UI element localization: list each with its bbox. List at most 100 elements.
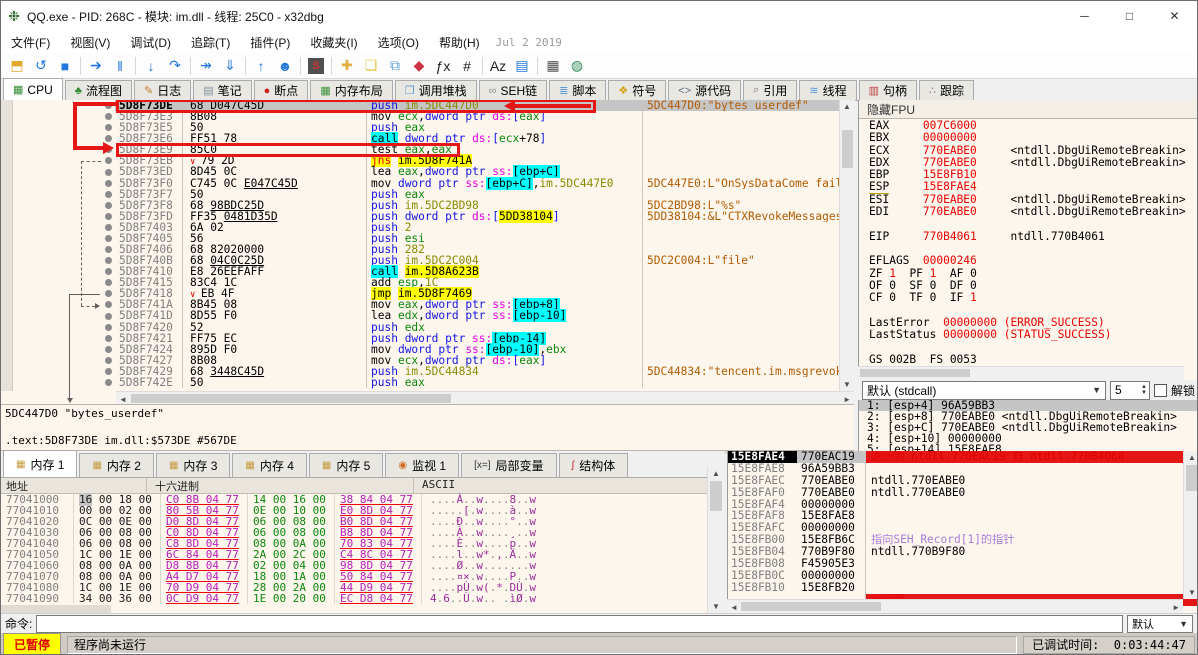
- register-line[interactable]: [859, 218, 1197, 230]
- tab-dump-5[interactable]: ▦ 内存 5: [308, 453, 384, 477]
- breakpoint-dot[interactable]: [105, 345, 112, 353]
- seh-block-icon[interactable]: S: [304, 55, 328, 77]
- breakpoint-dot[interactable]: [105, 102, 112, 110]
- report-icon[interactable]: ▤: [510, 55, 534, 77]
- tab-handles[interactable]: ▥ 句柄: [858, 80, 917, 100]
- tab-graph[interactable]: ♣ 流程图: [64, 80, 132, 100]
- tab-script[interactable]: ≣ 脚本: [549, 80, 607, 100]
- stack-row[interactable]: 15E8FB0C 00000000: [728, 570, 1197, 582]
- register-line[interactable]: LastError 00000000 (ERROR_SUCCESS): [859, 317, 1197, 329]
- stack-row[interactable]: 15E8FAF8 15E8FAE8: [728, 510, 1197, 523]
- register-line[interactable]: LastStatus 00000000 (STATUS_SUCCESS): [859, 329, 1197, 341]
- breakpoint-dot[interactable]: [105, 190, 112, 198]
- stack-row[interactable]: 15E8FB08 F45905E3: [728, 558, 1197, 570]
- menu-帮助(H)[interactable]: 帮助(H): [429, 32, 490, 53]
- stack-row[interactable]: 15E8FB10 15E8FB20: [728, 581, 1197, 594]
- register-line[interactable]: ZF 1 PF 1 AF 0: [859, 268, 1197, 280]
- breakpoint-dot[interactable]: [105, 157, 112, 165]
- menu-文件(F)[interactable]: 文件(F): [1, 32, 60, 53]
- stack-row[interactable]: 15E8FB04 770B9F80 ntdll.770B9F80: [728, 546, 1197, 559]
- tab-dump-3[interactable]: ▦ 内存 3: [155, 453, 231, 477]
- step-out-icon[interactable]: ⇓: [218, 55, 242, 77]
- tab-dump-4[interactable]: ▦ 内存 4: [232, 453, 307, 477]
- stack-row[interactable]: 15E8FAEC 770EABE0 ntdll.770EABE0: [728, 474, 1197, 487]
- dump-horizontal-scrollbar[interactable]: [1, 605, 111, 613]
- tab-dump-2[interactable]: ▦ 内存 2: [79, 453, 154, 477]
- tab-struct[interactable]: ∫ 结构体: [558, 453, 629, 477]
- disasm-vertical-scrollbar[interactable]: ▲ ▼: [839, 100, 855, 391]
- label-icon[interactable]: ⧉: [383, 55, 407, 77]
- command-script-combo[interactable]: 默认 ▼: [1127, 614, 1193, 633]
- globe-icon[interactable]: ◍: [565, 55, 589, 77]
- tab-cpu[interactable]: ▦ CPU: [3, 78, 63, 100]
- stop-icon[interactable]: ■: [53, 55, 77, 77]
- bookmark-icon[interactable]: ◆: [407, 55, 431, 77]
- disasm-row[interactable]: 5D8F73F0 C745 0C E047C45D mov dword ptr ss…: [1, 176, 854, 190]
- breakpoint-dot[interactable]: [105, 113, 112, 121]
- register-line[interactable]: EBP 15E8FB10: [859, 169, 1197, 181]
- breakpoint-dot[interactable]: [105, 146, 112, 154]
- tab-memory-map[interactable]: ▦ 内存布局: [310, 80, 393, 100]
- register-line[interactable]: EDX 770EABE0 <ntdll.DbgUiRemoteBreakin>: [859, 157, 1197, 169]
- disasm-row[interactable]: 5D8F741D 8D55 F0 lea edx,dword ptr ss:[ebp…: [1, 309, 854, 323]
- breakpoint-dot[interactable]: [105, 312, 112, 320]
- minimize-button[interactable]: ─: [1062, 2, 1107, 31]
- tab-watch-1[interactable]: ◉ 监视 1: [385, 453, 460, 477]
- execute-till-return-icon[interactable]: ↑: [249, 55, 273, 77]
- register-line[interactable]: EBX 00000000: [859, 132, 1197, 144]
- stack-horizontal-scrollbar[interactable]: ◄ ►: [727, 599, 1183, 614]
- menu-插件(P)[interactable]: 插件(P): [240, 32, 300, 53]
- arg-count-stepper[interactable]: 5 ▲ ▼: [1109, 380, 1150, 400]
- dump-row[interactable]: 77041090 34 00 36 00 0C D9 04 77 1E 00 20 0…: [1, 593, 724, 604]
- dump-vertical-scrollbar[interactable]: ▲ ▼: [707, 467, 724, 613]
- comment-icon[interactable]: ❏: [359, 55, 383, 77]
- register-line[interactable]: OF 0 SF 0 DF 0: [859, 280, 1197, 292]
- run-to-user-icon[interactable]: ↠: [194, 55, 218, 77]
- case-icon[interactable]: Az: [486, 55, 510, 77]
- menu-追踪(T)[interactable]: 追踪(T): [181, 32, 240, 53]
- menu-调试(D)[interactable]: 调试(D): [120, 32, 181, 53]
- tab-references[interactable]: ⌕ 引用: [743, 80, 798, 100]
- breakpoint-dot[interactable]: [105, 323, 112, 331]
- tab-symbols[interactable]: ❖ 符号: [608, 80, 667, 100]
- register-line[interactable]: EAX 007C6000: [859, 120, 1197, 132]
- register-line[interactable]: ESP 15E8FAE4: [859, 181, 1197, 194]
- breakpoint-dot[interactable]: [105, 279, 112, 287]
- register-line[interactable]: ECX 770EABE0 <ntdll.DbgUiRemoteBreakin>: [859, 145, 1197, 157]
- stack-row[interactable]: 15E8FB00 15E8FB6C 指向SEH_Record[1]的指针: [728, 534, 1197, 547]
- tab-breakpoints[interactable]: ● 断点: [253, 80, 309, 100]
- register-line[interactable]: EIP 770B4061 ntdll.770B4061: [859, 231, 1197, 243]
- breakpoint-dot[interactable]: [105, 356, 112, 364]
- breakpoint-dot[interactable]: [105, 246, 112, 254]
- breakpoint-dot[interactable]: [105, 201, 112, 209]
- hash-icon[interactable]: #: [455, 55, 479, 77]
- breakpoint-dot[interactable]: [105, 290, 112, 298]
- stack-row[interactable]: 15E8FAF0 770EABE0 ntdll.770EABE0: [728, 486, 1197, 499]
- breakpoint-dot[interactable]: [105, 367, 112, 375]
- tab-dump-1[interactable]: ▦ 内存 1: [3, 450, 78, 477]
- unlock-checkbox[interactable]: [1153, 383, 1167, 397]
- tab-locals[interactable]: [x=] 局部变量: [461, 453, 557, 477]
- breakpoint-dot[interactable]: [105, 257, 112, 265]
- breakpoint-dot[interactable]: [105, 334, 112, 342]
- user-step-icon[interactable]: ☻: [273, 55, 297, 77]
- tab-trace[interactable]: ∴ 跟踪: [919, 80, 975, 100]
- restart-icon[interactable]: ↺: [29, 55, 53, 77]
- register-line[interactable]: EDI 770EABE0 <ntdll.DbgUiRemoteBreakin>: [859, 206, 1197, 218]
- breakpoint-dot[interactable]: [105, 268, 112, 276]
- breakpoint-dot[interactable]: [105, 378, 112, 386]
- menu-收藏夹(I)[interactable]: 收藏夹(I): [300, 32, 367, 53]
- breakpoint-dot[interactable]: [105, 223, 112, 231]
- tab-notes[interactable]: ▤ 笔记: [193, 80, 252, 100]
- step-over-icon[interactable]: ↷: [163, 55, 187, 77]
- stack-row[interactable]: 15E8FAE8 96A59BB3: [728, 462, 1197, 475]
- tab-threads[interactable]: ≋ 线程: [799, 80, 857, 100]
- breakpoint-dot[interactable]: [105, 179, 112, 187]
- tab-call-stack[interactable]: ❐ 调用堆栈: [394, 80, 477, 100]
- register-line[interactable]: [859, 304, 1197, 316]
- function-icon[interactable]: ƒx: [431, 55, 455, 77]
- calculator-icon[interactable]: ▦: [541, 55, 565, 77]
- register-line[interactable]: CF 0 TF 0 IF 1: [859, 292, 1197, 304]
- close-button[interactable]: ✕: [1152, 2, 1197, 31]
- register-line[interactable]: ESI 770EABE0 <ntdll.DbgUiRemoteBreakin>: [859, 194, 1197, 206]
